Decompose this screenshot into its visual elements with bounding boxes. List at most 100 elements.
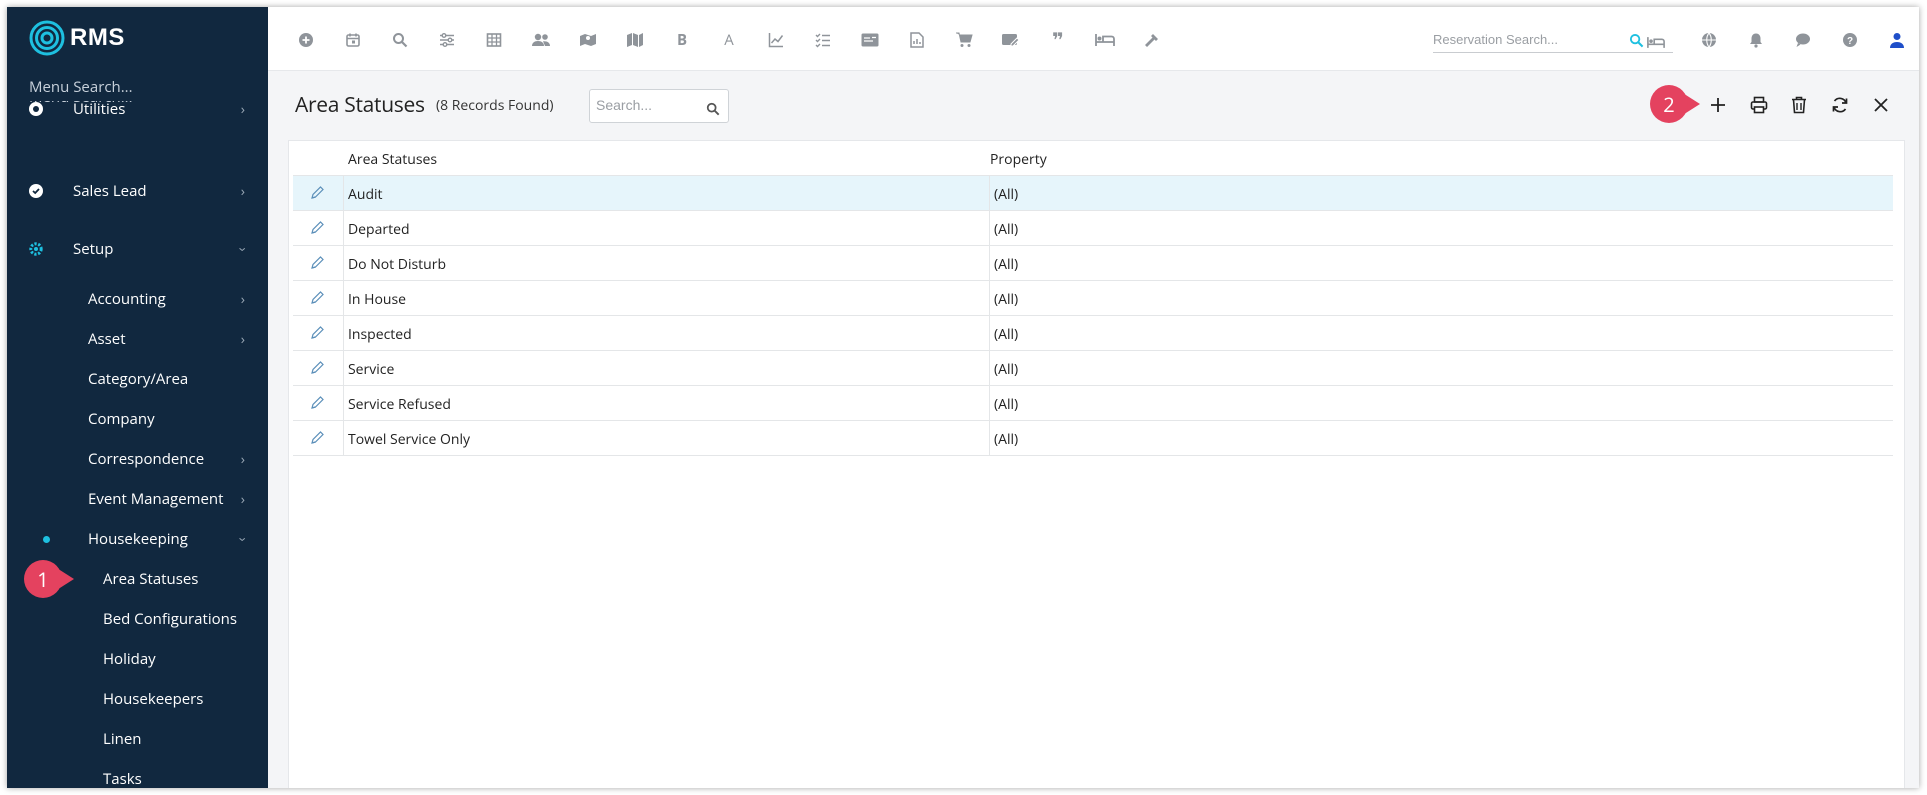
column-divider [343, 176, 344, 211]
table-row[interactable]: Inspected (All) [293, 316, 1893, 351]
table-row[interactable]: Service Refused (All) [293, 386, 1893, 421]
column-divider [343, 421, 344, 456]
add-button[interactable] [1705, 92, 1731, 118]
cell-area-status: Departed [348, 220, 410, 239]
table-icon[interactable] [483, 29, 505, 51]
edit-pencil-icon[interactable] [309, 395, 325, 411]
bold-b-icon[interactable]: B [671, 29, 693, 51]
refresh-button[interactable] [1827, 92, 1853, 118]
sidebar-item-correspondence[interactable]: Correspondence › [7, 442, 268, 476]
refresh-icon [1832, 97, 1848, 113]
logo[interactable]: RMS [29, 19, 125, 57]
column-divider [989, 421, 990, 456]
add-circle-icon[interactable] [295, 29, 317, 51]
column-header-property[interactable]: Property [990, 150, 1047, 169]
print-button[interactable] [1746, 92, 1772, 118]
table-row[interactable]: Towel Service Only (All) [293, 421, 1893, 456]
column-divider [343, 316, 344, 351]
sidebar-item-category-area[interactable]: Category/Area [7, 362, 268, 396]
active-dot-icon [43, 535, 50, 543]
record-count: (8 Records Found) [436, 96, 554, 115]
checklist-icon[interactable] [812, 29, 834, 51]
map-icon[interactable] [624, 29, 646, 51]
cart-icon[interactable] [953, 29, 975, 51]
search-icon[interactable] [706, 99, 720, 121]
table-row[interactable]: Departed (All) [293, 211, 1893, 246]
quote-icon[interactable]: ❞ [1047, 29, 1069, 51]
cell-area-status: Inspected [348, 325, 412, 344]
edit-pencil-icon[interactable] [309, 185, 325, 201]
help-icon[interactable]: ? [1839, 29, 1861, 51]
edit-pencil-icon[interactable] [309, 360, 325, 376]
sidebar-item-linen[interactable]: Linen [7, 722, 268, 756]
guests-icon[interactable] [530, 29, 552, 51]
table-row[interactable]: Service (All) [293, 351, 1893, 386]
sidebar-item-setup[interactable]: Setup › [7, 229, 268, 269]
cell-property: (All) [994, 185, 1019, 204]
user-icon[interactable] [1886, 29, 1908, 51]
sidebar-item-label: Company [88, 409, 155, 429]
globe-icon[interactable] [1698, 29, 1720, 51]
logo-text: RMS [70, 24, 125, 51]
edit-pencil-icon[interactable] [309, 325, 325, 341]
sidebar-item-asset[interactable]: Asset › [7, 322, 268, 356]
edit-pencil-icon[interactable] [309, 430, 325, 446]
edit-pencil-icon[interactable] [309, 290, 325, 306]
chat-icon[interactable] [1792, 29, 1814, 51]
sidebar-item-housekeepers[interactable]: Housekeepers [7, 682, 268, 716]
gear-icon [28, 241, 44, 257]
hammer-icon[interactable] [1141, 29, 1163, 51]
search-icon[interactable] [389, 29, 411, 51]
sidebar-item-label: Event Management [88, 489, 224, 509]
table-row[interactable]: Audit (All) [293, 176, 1893, 211]
plus-icon [1711, 98, 1725, 112]
sidebar-item-holiday[interactable]: Holiday [7, 642, 268, 676]
close-button[interactable] [1868, 92, 1894, 118]
payment-icon[interactable] [1000, 29, 1022, 51]
bed-icon[interactable] [1647, 32, 1665, 54]
report-icon[interactable] [906, 29, 928, 51]
chevron-down-icon: › [233, 246, 253, 252]
sidebar-item-label: Asset [88, 329, 126, 349]
search-icon[interactable] [1629, 31, 1644, 53]
table-row[interactable]: In House (All) [293, 281, 1893, 316]
column-divider [989, 281, 990, 316]
sidebar-item-label: Correspondence [88, 449, 205, 469]
cell-property: (All) [994, 360, 1019, 379]
sidebar-item-label: Sales Lead [73, 181, 147, 201]
column-header-area-statuses[interactable]: Area Statuses [348, 150, 437, 169]
sidebar-item-housekeeping[interactable]: Housekeeping › [7, 522, 268, 556]
column-divider [343, 351, 344, 386]
sidebar: RMS Menu Search... Utilities › Menu Sear… [7, 7, 268, 788]
letter-a-icon[interactable]: A [718, 29, 740, 51]
id-card-icon[interactable] [859, 29, 881, 51]
top-toolbar: B A ❞ Reservation Search... ? [268, 7, 1919, 71]
sidebar-item-tasks[interactable]: Tasks [7, 762, 268, 788]
sidebar-item-label: Bed Configurations [103, 609, 238, 629]
bed-icon[interactable] [1094, 29, 1116, 51]
sidebar-item-label: Utilities [73, 99, 126, 119]
grid-search-input[interactable] [596, 97, 696, 113]
edit-pencil-icon[interactable] [309, 255, 325, 271]
menu-search-input[interactable]: Menu Search... [29, 77, 133, 97]
map-pin-icon[interactable] [577, 29, 599, 51]
sidebar-item-bed-configurations[interactable]: Bed Configurations [7, 602, 268, 636]
sidebar-item-sales-lead[interactable]: Sales Lead › [7, 171, 268, 211]
sidebar-item-accounting[interactable]: Accounting › [7, 282, 268, 316]
sidebar-item-event-management[interactable]: Event Management › [7, 482, 268, 516]
chevron-right-icon: › [240, 489, 245, 509]
line-chart-icon[interactable] [765, 29, 787, 51]
delete-button[interactable] [1786, 92, 1812, 118]
chevron-right-icon: › [240, 289, 245, 309]
sidebar-item-company[interactable]: Company [7, 402, 268, 436]
sliders-icon[interactable] [436, 29, 458, 51]
reservation-search-input[interactable] [1433, 27, 1623, 52]
cell-property: (All) [994, 290, 1019, 309]
edit-pencil-icon[interactable] [309, 220, 325, 236]
bell-icon[interactable] [1745, 29, 1767, 51]
table-row[interactable]: Do Not Disturb (All) [293, 246, 1893, 281]
sidebar-item-label: Housekeeping [88, 529, 188, 549]
callout-number: 1 [24, 560, 62, 598]
calendar-icon[interactable] [342, 29, 364, 51]
column-divider [989, 246, 990, 281]
